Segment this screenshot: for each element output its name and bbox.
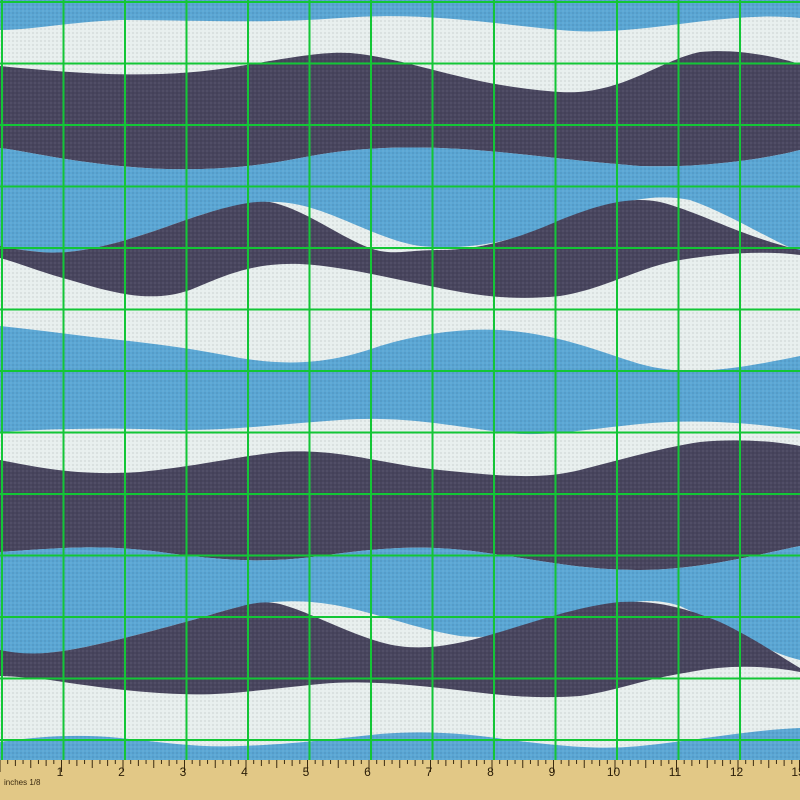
ruler-number: 4	[241, 765, 248, 779]
ruler-number: 6	[364, 765, 371, 779]
ruler-number: 1	[57, 765, 64, 779]
weave-texture	[0, 0, 800, 760]
ruler-unit-label: inches 1/8	[4, 778, 41, 787]
ruler-number: 8	[487, 765, 494, 779]
ruler: inches 1/8 12345678910111213	[0, 760, 800, 800]
ruler-number: 7	[426, 765, 433, 779]
ruler-number: 10	[607, 765, 621, 779]
ruler-number: 2	[118, 765, 125, 779]
ruler-number: 5	[303, 765, 310, 779]
ruler-number: 13	[791, 765, 800, 779]
ruler-number: 9	[549, 765, 556, 779]
ruler-number: 11	[669, 765, 682, 779]
fabric-pattern	[0, 0, 800, 760]
ruler-number: 12	[730, 765, 744, 779]
ruler-number: 3	[180, 765, 187, 779]
